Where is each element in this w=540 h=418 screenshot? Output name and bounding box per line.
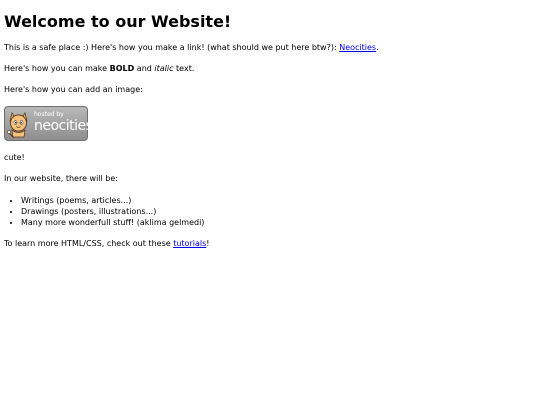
outro-text: To learn more HTML/CSS, check out these (4, 239, 174, 249)
neocities-link[interactable]: Neocities (339, 43, 376, 52)
italic-text: italic (154, 63, 174, 73)
intro-text: This is a safe place :) Here's how you m… (4, 42, 340, 52)
format-middle: and (134, 63, 155, 73)
format-before: Here's how you can make (4, 63, 110, 73)
badge-paragraph: hosted by neocities (4, 105, 536, 141)
image-intro: Here's how you can add an image: (4, 84, 143, 94)
bold-text: BOLD (109, 63, 135, 73)
tutorials-link[interactable]: tutorials (173, 239, 206, 248)
outro-end: ! (206, 239, 210, 249)
list-item: Writings (poems, articles...) (21, 195, 536, 206)
page-content: Welcome to our Website! This is a safe p… (0, 13, 540, 249)
list-item: Drawings (posters, illustrations...) (21, 206, 536, 217)
feature-list: Writings (poems, articles...) Drawings (… (4, 195, 536, 229)
intro-paragraph: This is a safe place :) Here's how you m… (4, 43, 536, 53)
outro-paragraph: To learn more HTML/CSS, check out these … (4, 239, 536, 249)
cute-text: cute! (4, 152, 25, 162)
format-paragraph: Here's how you can make BOLD and italic … (4, 64, 536, 74)
hosted-by-neocities-badge: hosted by neocities (4, 105, 93, 141)
intro-end: . (376, 42, 379, 52)
badge-small-text: hosted by (34, 110, 64, 118)
neocities-cat-icon (7, 111, 28, 139)
badge-big-text: neocities (34, 117, 93, 134)
list-intro: In our website, there will be: (4, 173, 119, 183)
list-item: Many more wonderfull stuff! (aklima gelm… (21, 217, 536, 228)
page-title: Welcome to our Website! (4, 12, 232, 31)
format-after: text. (173, 63, 195, 73)
